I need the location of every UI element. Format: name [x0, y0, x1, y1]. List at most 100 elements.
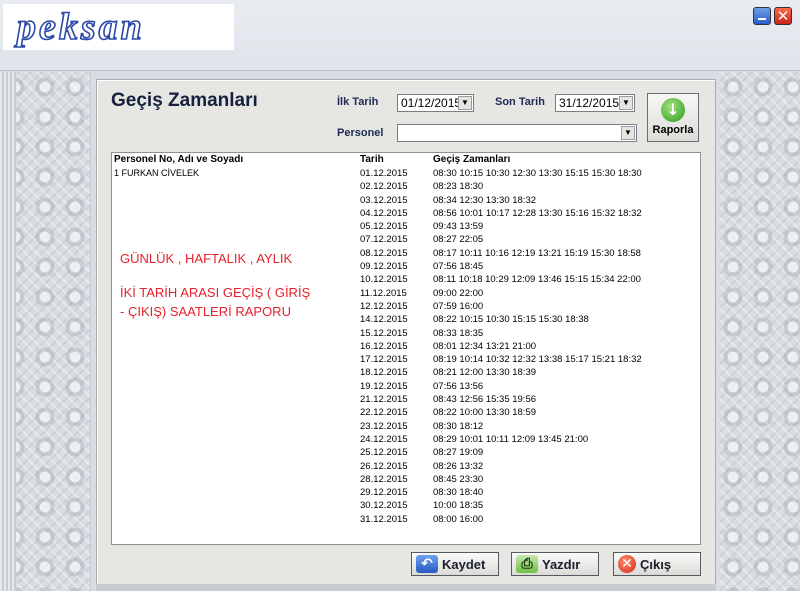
row-times: 08:01 12:34 13:21 21:00: [433, 340, 537, 352]
table-row: 18.12.2015 08:21 12:00 13:30 18:39: [112, 366, 700, 379]
right-ornament-panel: [718, 72, 800, 591]
row-date: 25.12.2015: [360, 447, 408, 459]
undo-arrow-icon: ↶: [416, 555, 438, 573]
row-times: 08:30 18:12: [433, 420, 484, 432]
row-date: 04.12.2015: [360, 207, 408, 219]
close-button[interactable]: ✕: [774, 7, 792, 25]
table-row: 21.12.2015 08:43 12:56 15:35 19:56: [112, 393, 700, 406]
table-row: 31.12.2015 08:00 16:00: [112, 513, 700, 526]
personel-select[interactable]: ▼: [397, 124, 637, 142]
row-date: 17.12.2015: [360, 354, 408, 366]
start-date-picker[interactable]: 01/12/2015 ▼: [397, 94, 474, 112]
personel-label: Personel: [337, 127, 384, 139]
row-date: 11.12.2015: [360, 287, 407, 299]
row-date: 07.12.2015: [360, 234, 408, 246]
row-times: 08:33 18:35: [433, 327, 484, 339]
table-row: 03.12.2015 08:34 12:30 13:30 18:32: [112, 194, 700, 207]
table-row: 22.12.2015 08:22 10:00 13:30 18:59: [112, 406, 700, 419]
chevron-down-icon[interactable]: ▼: [458, 96, 472, 110]
printer-icon: ⎙: [516, 555, 538, 573]
row-date: 02.12.2015: [360, 181, 408, 193]
start-date-value: 01/12/2015: [401, 96, 462, 110]
row-times: 08:23 18:30: [433, 181, 484, 193]
table-row: 07.12.2015 08:27 22:05: [112, 233, 700, 246]
row-times: 08:22 10:15 10:30 15:15 15:30 18:38: [433, 314, 589, 326]
row-times: 08:43 12:56 15:35 19:56: [433, 394, 537, 406]
report-button[interactable]: ↓ Raporla: [647, 93, 699, 142]
table-row: 15.12.2015 08:33 18:35: [112, 327, 700, 340]
chevron-down-icon[interactable]: ▼: [621, 126, 635, 140]
row-times: 08:26 13:32: [433, 460, 484, 472]
row-date: 23.12.2015: [360, 420, 408, 432]
row-date: 24.12.2015: [360, 433, 408, 445]
save-button[interactable]: ↶ Kaydet: [411, 552, 499, 576]
table-row: 17.12.2015 08:19 10:14 10:32 12:32 13:38 …: [112, 353, 700, 366]
exit-button-label: Çıkış: [640, 556, 672, 572]
table-row: 26.12.2015 08:26 13:32: [112, 460, 700, 473]
row-date: 14.12.2015: [360, 314, 408, 326]
column-header-personel: Personel No, Adı ve Soyadı: [114, 154, 244, 165]
table-row: 23.12.2015 08:30 18:12: [112, 420, 700, 433]
row-times: 07:56 18:45: [433, 261, 484, 273]
row-times: 08:27 19:09: [433, 447, 484, 459]
save-button-label: Kaydet: [442, 556, 486, 572]
report-view[interactable]: Personel No, Adı ve Soyadı Tarih Geçiş Z…: [111, 152, 701, 545]
table-row: 25.12.2015 08:27 19:09: [112, 446, 700, 459]
row-times: 08:22 10:00 13:30 18:59: [433, 407, 537, 419]
exit-button[interactable]: ✕ Çıkış: [613, 552, 701, 576]
note-line-2: İKİ TARİH ARASI GEÇİŞ ( GİRİŞ: [120, 285, 311, 300]
row-date: 30.12.2015: [360, 500, 408, 512]
row-date: 19.12.2015: [360, 380, 408, 392]
row-times: 08:19 10:14 10:32 12:32 13:38 15:17 15:2…: [433, 354, 642, 366]
print-button[interactable]: ⎙ Yazdır: [511, 552, 599, 576]
row-times: 08:17 10:11 10:16 12:19 13:21 15:19 15:3…: [433, 247, 641, 259]
row-date: 12.12.2015: [360, 300, 408, 312]
chevron-down-icon[interactable]: ▼: [619, 96, 633, 110]
start-date-label: İlk Tarih: [337, 96, 379, 108]
table-row: 29.12.2015 08:30 18:40: [112, 486, 700, 499]
row-times: 08:34 12:30 13:30 18:32: [433, 194, 537, 206]
table-row: 04.12.2015 08:56 10:01 10:17 12:28 13:30 …: [112, 207, 700, 220]
end-date-label: Son Tarih: [495, 96, 545, 108]
download-arrow-icon: ↓: [661, 98, 685, 122]
panel-shadow: [96, 584, 716, 591]
row-date: 15.12.2015: [360, 327, 408, 339]
row-times: 08:29 10:01 10:11 12:09 13:45 21:00: [433, 433, 589, 445]
row-date: 28.12.2015: [360, 473, 408, 485]
row-date: 29.12.2015: [360, 487, 408, 499]
row-times: 10:00 18:35: [433, 500, 484, 512]
row-times: 08:30 10:15 10:30 12:30 13:30 15:15 15:3…: [433, 168, 642, 179]
row-date: 03.12.2015: [360, 194, 408, 206]
print-button-label: Yazdır: [542, 556, 581, 572]
row-date: 08.12.2015: [360, 247, 408, 259]
minimize-button[interactable]: [753, 7, 771, 25]
table-row: 05.12.2015 09:43 13:59: [112, 220, 700, 233]
table-row: 30.12.2015 10:00 18:35: [112, 499, 700, 512]
end-date-picker[interactable]: 31/12/2015 ▼: [555, 94, 635, 112]
row-date: 10.12.2015: [360, 274, 408, 286]
row-date: 22.12.2015: [360, 407, 408, 419]
report-button-label: Raporla: [652, 124, 694, 136]
table-row: 24.12.2015 08:29 10:01 10:11 12:09 13:45 …: [112, 433, 700, 446]
close-circle-icon: ✕: [618, 555, 636, 573]
row-times: 08:21 12:00 13:30 18:39: [433, 367, 537, 379]
table-row: 19.12.2015 07:56 13:56: [112, 380, 700, 393]
row-times: 08:45 23:30: [433, 473, 484, 485]
row-times: 08:56 10:01 10:17 12:28 13:30 15:16 15:3…: [433, 207, 642, 219]
peksan-logo: peksan: [3, 4, 234, 50]
report-form-panel: Geçiş Zamanları İlk Tarih 01/12/2015 ▼ S…: [96, 79, 716, 585]
row-times: 07:56 13:56: [433, 380, 484, 392]
row-times: 07:59 16:00: [433, 300, 484, 312]
table-row: 02.12.2015 08:23 18:30: [112, 180, 700, 193]
row-date: 21.12.2015: [360, 394, 408, 406]
row-times: 08:30 18:40: [433, 487, 484, 499]
row-times: 08:27 22:05: [433, 234, 484, 246]
row-times: 09:00 22:00: [433, 287, 484, 299]
row-times: 09:43 13:59: [433, 221, 484, 233]
row-times: 08:00 16:00: [433, 513, 484, 525]
app-header: peksan ✕: [0, 0, 800, 71]
row-date: 01.12.2015: [360, 168, 408, 179]
table-row: 01.12.2015 08:30 10:15 10:30 12:30 13:30 …: [112, 167, 700, 180]
end-date-value: 31/12/2015: [559, 96, 620, 110]
row-times: 08:11 10:18 10:29 12:09 13:46 15:15 15:3…: [433, 274, 641, 286]
